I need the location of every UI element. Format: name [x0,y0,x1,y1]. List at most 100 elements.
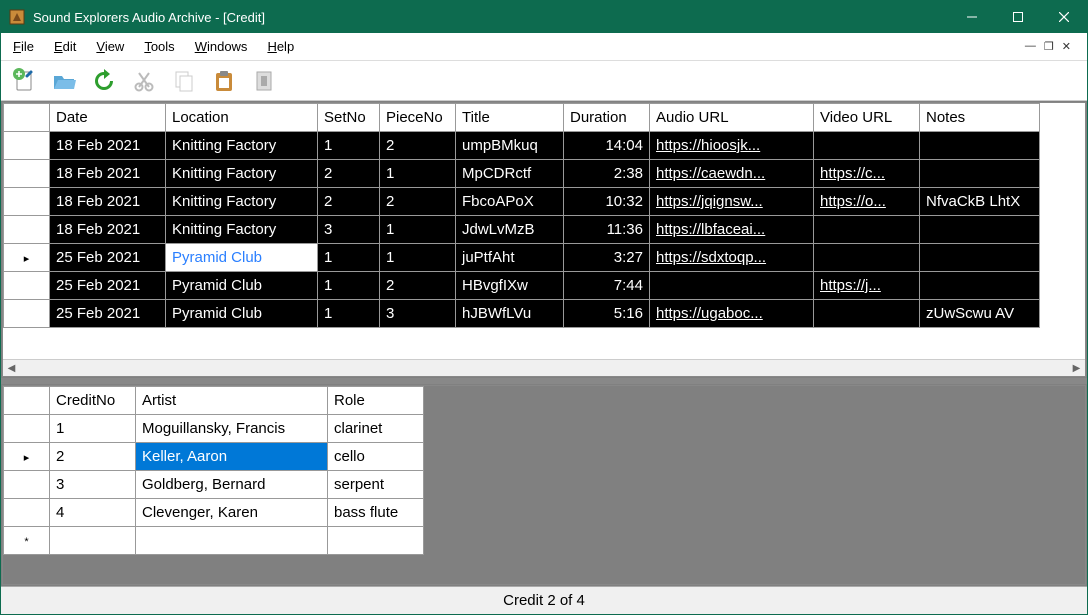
cell-title[interactable]: MpCDRctf [456,160,564,188]
pieces-hscrollbar[interactable]: ◀ ▶ [3,359,1085,376]
cell-artist[interactable]: Clevenger, Karen [136,499,328,527]
menu-view[interactable]: View [96,39,124,54]
cell-notes[interactable] [920,272,1040,300]
cell-setno[interactable]: 3 [318,216,380,244]
col-header-role[interactable]: Role [328,387,424,415]
cell-title[interactable]: juPtfAht [456,244,564,272]
col-header-video-url[interactable]: Video URL [814,104,920,132]
credits-grid-scroll[interactable]: CreditNoArtistRole1Moguillansky, Francis… [3,386,1085,584]
cell-creditno[interactable]: 4 [50,499,136,527]
cell-duration[interactable]: 3:27 [564,244,650,272]
link[interactable]: https://caewdn... [656,165,765,182]
row-header[interactable] [4,499,50,527]
link[interactable]: https://o... [820,193,886,210]
table-row[interactable]: 1Moguillansky, Francisclarinet [4,415,424,443]
cell-title[interactable]: HBvgfIXw [456,272,564,300]
pieces-grid[interactable]: DateLocationSetNoPieceNoTitleDurationAud… [3,103,1040,328]
cell-videourl[interactable]: https://j... [814,272,920,300]
mdi-close-icon[interactable]: ✕ [1062,40,1071,53]
link[interactable]: https://sdxtoqp... [656,249,766,266]
link[interactable]: https://j... [820,277,881,294]
cell-role[interactable]: clarinet [328,415,424,443]
table-row[interactable]: ▸25 Feb 2021Pyramid Club11juPtfAht3:27ht… [4,244,1040,272]
open-button[interactable] [47,64,81,98]
table-row[interactable]: ▸2Keller, Aaroncello [4,443,424,471]
cell-date[interactable]: 18 Feb 2021 [50,216,166,244]
scroll-left-icon[interactable]: ◀ [3,363,20,374]
cell-duration[interactable]: 2:38 [564,160,650,188]
cell-artist[interactable] [136,527,328,555]
cell-creditno[interactable] [50,527,136,555]
new-button[interactable] [7,64,41,98]
pieces-grid-scroll[interactable]: DateLocationSetNoPieceNoTitleDurationAud… [3,103,1085,359]
credits-grid[interactable]: CreditNoArtistRole1Moguillansky, Francis… [3,386,424,555]
cell-date[interactable]: 18 Feb 2021 [50,132,166,160]
mdi-minimize-icon[interactable]: — [1025,40,1036,53]
cell-videourl[interactable] [814,132,920,160]
cell-audiourl[interactable]: https://sdxtoqp... [650,244,814,272]
cell-date[interactable]: 18 Feb 2021 [50,188,166,216]
link[interactable]: https://c... [820,165,885,182]
cell-pieceno[interactable]: 1 [380,244,456,272]
cut-button[interactable] [127,64,161,98]
table-row[interactable]: * [4,527,424,555]
cell-role[interactable]: cello [328,443,424,471]
menu-help[interactable]: Help [267,39,294,54]
cell-videourl[interactable]: https://o... [814,188,920,216]
cell-notes[interactable] [920,132,1040,160]
row-header[interactable]: ▸ [4,244,50,272]
maximize-button[interactable] [995,1,1041,33]
table-row[interactable]: 25 Feb 2021Pyramid Club13hJBWfLVu5:16htt… [4,300,1040,328]
cell-title[interactable]: JdwLvMzB [456,216,564,244]
row-header[interactable] [4,300,50,328]
scroll-right-icon[interactable]: ▶ [1068,363,1085,374]
table-row[interactable]: 18 Feb 2021Knitting Factory22FbcoAPoX10:… [4,188,1040,216]
cell-audiourl[interactable]: https://lbfaceai... [650,216,814,244]
minimize-button[interactable] [949,1,995,33]
row-header[interactable] [4,216,50,244]
cell-creditno[interactable]: 3 [50,471,136,499]
cell-notes[interactable] [920,160,1040,188]
table-row[interactable]: 25 Feb 2021Pyramid Club12HBvgfIXw7:44htt… [4,272,1040,300]
cell-setno[interactable]: 1 [318,300,380,328]
cell-videourl[interactable] [814,300,920,328]
row-header[interactable] [4,272,50,300]
cell-notes[interactable]: zUwScwu AV [920,300,1040,328]
col-header-location[interactable]: Location [166,104,318,132]
row-header[interactable] [4,132,50,160]
cell-duration[interactable]: 5:16 [564,300,650,328]
row-header[interactable]: ▸ [4,443,50,471]
paste-button[interactable] [207,64,241,98]
cell-setno[interactable]: 2 [318,188,380,216]
menu-file[interactable]: File [13,39,34,54]
cell-title[interactable]: umpBMkuq [456,132,564,160]
cell-setno[interactable]: 1 [318,132,380,160]
table-row[interactable]: 3Goldberg, Bernardserpent [4,471,424,499]
cell-pieceno[interactable]: 1 [380,160,456,188]
cell-videourl[interactable] [814,216,920,244]
row-header[interactable] [4,188,50,216]
cell-location[interactable]: Pyramid Club [166,300,318,328]
cell-location[interactable]: Knitting Factory [166,188,318,216]
row-header[interactable] [4,415,50,443]
cell-audiourl[interactable]: https://ugaboc... [650,300,814,328]
cell-pieceno[interactable]: 3 [380,300,456,328]
link-button[interactable] [247,64,281,98]
col-header-setno[interactable]: SetNo [318,104,380,132]
cell-date[interactable]: 18 Feb 2021 [50,160,166,188]
table-row[interactable]: 4Clevenger, Karenbass flute [4,499,424,527]
table-row[interactable]: 18 Feb 2021Knitting Factory31JdwLvMzB11:… [4,216,1040,244]
col-header-date[interactable]: Date [50,104,166,132]
col-header-title[interactable]: Title [456,104,564,132]
close-button[interactable] [1041,1,1087,33]
cell-duration[interactable]: 11:36 [564,216,650,244]
col-header-notes[interactable]: Notes [920,104,1040,132]
cell-duration[interactable]: 7:44 [564,272,650,300]
splitter[interactable] [1,378,1087,384]
cell-pieceno[interactable]: 2 [380,272,456,300]
cell-audiourl[interactable] [650,272,814,300]
cell-duration[interactable]: 10:32 [564,188,650,216]
cell-duration[interactable]: 14:04 [564,132,650,160]
cell-notes[interactable] [920,244,1040,272]
menu-tools[interactable]: Tools [144,39,174,54]
